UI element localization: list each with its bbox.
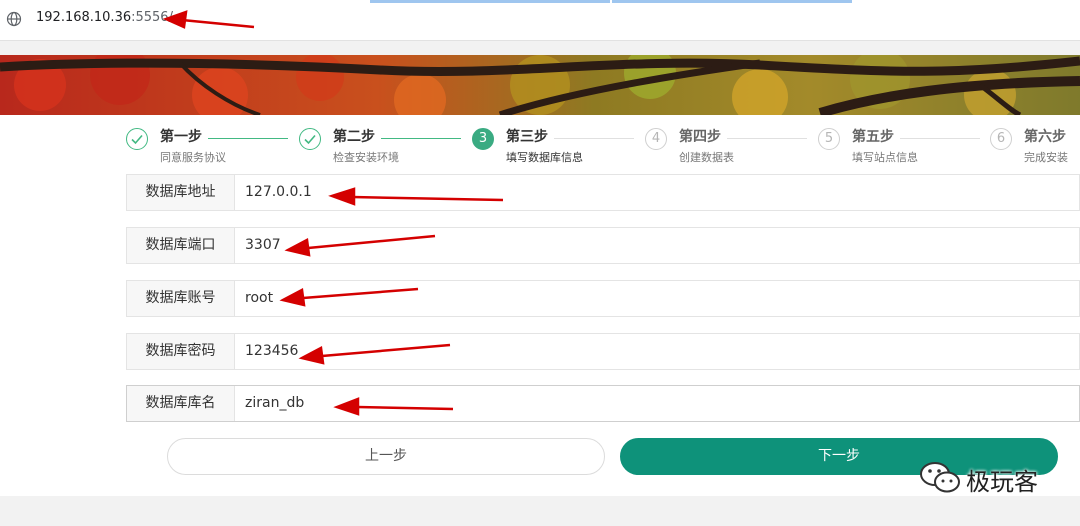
tab-strip [370,0,852,3]
db-user-input[interactable]: root [245,281,273,316]
url-port-path: :5556/ [131,10,173,25]
field-label: 数据库库名 [127,386,235,421]
db-name-field[interactable]: 数据库库名 ziran_db [126,385,1080,422]
step-number-badge: 6 [990,128,1012,150]
install-steps: 第一步 同意服务协议 第二步 检查安装环境 3 第三步 填写数据库信息 4 第四… [0,120,1080,172]
step-connector [727,138,807,139]
browser-address-bar[interactable]: 192.168.10.36:5556/ [0,0,1080,41]
url-host: 192.168.10.36 [36,10,132,25]
step-title: 第六步 [1024,129,1066,145]
step-desc: 填写站点信息 [852,151,918,164]
db-port-input[interactable]: 3307 [245,228,281,263]
field-label: 数据库密码 [127,334,235,369]
check-icon [299,128,321,150]
db-host-field[interactable]: 数据库地址 127.0.0.1 [126,174,1080,211]
page-footer [0,496,1080,526]
step-desc: 完成安装 [1024,151,1068,164]
step-connector [900,138,980,139]
prev-step-button[interactable]: 上一步 [167,438,605,475]
db-password-field[interactable]: 数据库密码 123456 [126,333,1080,370]
url-text[interactable]: 192.168.10.36:5556/ [36,10,173,25]
step-connector [381,138,461,139]
watermark: 极玩客 [918,458,1058,498]
step-number-badge: 3 [472,128,494,150]
step-desc: 填写数据库信息 [506,151,583,164]
db-user-field[interactable]: 数据库账号 root [126,280,1080,317]
step-number-badge: 4 [645,128,667,150]
step-title: 第二步 [333,129,375,145]
db-host-input[interactable]: 127.0.0.1 [245,175,312,210]
step-title: 第一步 [160,129,202,145]
watermark-text: 极玩客 [966,468,1038,496]
check-icon [126,128,148,150]
db-name-input[interactable]: ziran_db [245,386,304,421]
page-gap [0,41,1080,55]
globe-icon [6,11,22,27]
field-label: 数据库端口 [127,228,235,263]
step-title: 第三步 [506,129,548,145]
field-label: 数据库地址 [127,175,235,210]
step-desc: 检查安装环境 [333,151,399,164]
step-connector [554,138,634,139]
wechat-icon [920,462,960,493]
db-password-input[interactable]: 123456 [245,334,298,369]
field-label: 数据库账号 [127,281,235,316]
step-title: 第五步 [852,129,894,145]
step-connector [208,138,288,139]
step-number-badge: 5 [818,128,840,150]
banner-image [0,55,1080,115]
step-desc: 同意服务协议 [160,151,226,164]
step-title: 第四步 [679,129,721,145]
step-desc: 创建数据表 [679,151,734,164]
db-port-field[interactable]: 数据库端口 3307 [126,227,1080,264]
